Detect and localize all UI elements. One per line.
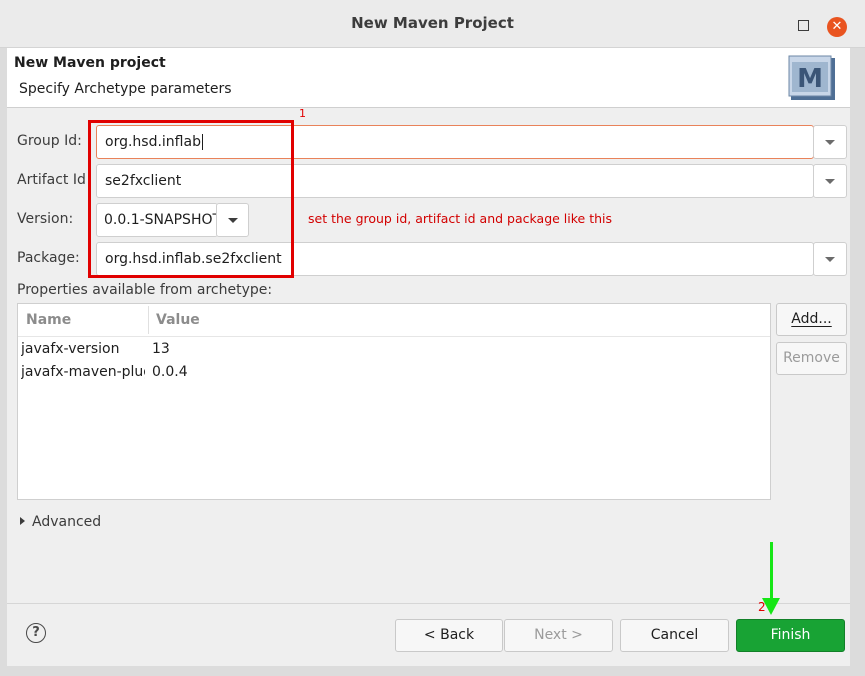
artifact-id-dropdown[interactable] (813, 164, 847, 198)
properties-table[interactable]: Name Value javafx-version 13 javafx-mave… (17, 303, 771, 500)
chevron-down-icon (825, 257, 835, 262)
chevron-down-icon (825, 179, 835, 184)
table-row-name[interactable]: javafx-maven-plugi (21, 364, 145, 380)
left-edge (0, 48, 7, 676)
group-id-dropdown[interactable] (813, 125, 847, 159)
wizard-subtitle: Specify Archetype parameters (19, 81, 232, 97)
wizard-header: New Maven project Specify Archetype para… (7, 48, 850, 108)
chevron-down-icon (825, 140, 835, 145)
title-bar: New Maven Project ✕ (0, 0, 865, 48)
annotation-highlight-box (88, 120, 294, 278)
svg-text:M: M (797, 64, 823, 94)
cancel-button[interactable]: Cancel (620, 619, 729, 652)
dialog-window: New Maven Project ✕ New Maven project Sp… (0, 0, 865, 676)
header-divider (18, 336, 770, 337)
group-id-label: Group Id: (17, 133, 82, 149)
package-dropdown[interactable] (813, 242, 847, 276)
expand-triangle-icon[interactable] (20, 517, 25, 525)
remove-button-label: Remove (783, 350, 840, 366)
properties-label: Properties available from archetype: (17, 282, 273, 298)
maven-logo-icon: M (788, 55, 835, 100)
right-edge (850, 48, 865, 676)
window-title: New Maven Project (351, 14, 514, 32)
package-label: Package: (17, 250, 80, 266)
wizard-title: New Maven project (14, 55, 166, 71)
column-header-name[interactable]: Name (26, 312, 71, 328)
annotation-number-2: 2 (758, 600, 766, 614)
finish-button[interactable]: Finish (736, 619, 845, 652)
table-row-name[interactable]: javafx-version (21, 341, 145, 357)
annotation-number-1: 1 (299, 107, 306, 120)
add-button[interactable]: Add... (776, 303, 847, 336)
help-icon[interactable]: ? (26, 623, 46, 643)
remove-button[interactable]: Remove (776, 342, 847, 375)
advanced-toggle[interactable]: Advanced (32, 514, 101, 530)
next-button[interactable]: Next > (504, 619, 613, 652)
maximize-icon[interactable] (798, 20, 809, 31)
table-row-value[interactable]: 0.0.4 (152, 364, 188, 380)
footer-separator (7, 603, 850, 604)
artifact-id-label: Artifact Id (17, 172, 86, 188)
column-divider[interactable] (148, 306, 149, 334)
version-label: Version: (17, 211, 74, 227)
annotation-arrow (770, 542, 773, 602)
back-button[interactable]: < Back (395, 619, 503, 652)
close-icon[interactable]: ✕ (827, 17, 847, 37)
column-header-value[interactable]: Value (156, 312, 200, 328)
table-row-value[interactable]: 13 (152, 341, 170, 357)
annotation-note: set the group id, artifact id and packag… (308, 211, 613, 226)
bottom-edge (0, 666, 865, 676)
add-button-label: Add... (791, 311, 832, 327)
